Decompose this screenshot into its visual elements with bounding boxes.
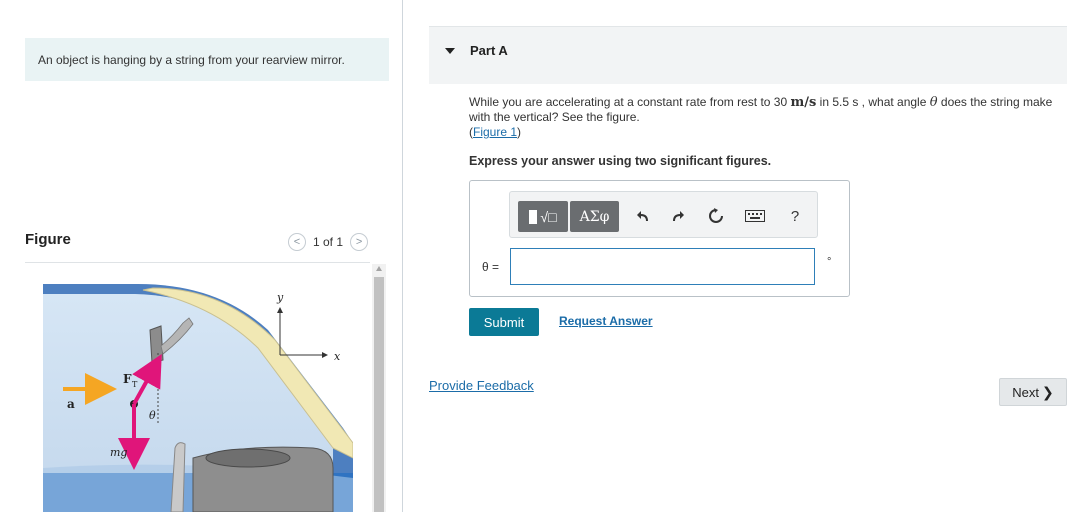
question-text-start: While you are accelerating at a constant… bbox=[469, 95, 791, 109]
rearview-mirror bbox=[149, 325, 164, 364]
dash-vent bbox=[205, 448, 291, 468]
help-icon[interactable]: ? bbox=[785, 206, 805, 226]
answer-instruction: Express your answer using two significan… bbox=[469, 154, 772, 168]
request-answer-link[interactable]: Request Answer bbox=[559, 314, 653, 328]
label-ft-sub: T bbox=[132, 380, 138, 389]
chevron-right-icon: > bbox=[355, 236, 363, 248]
caret-down-icon[interactable] bbox=[445, 48, 455, 54]
part-header[interactable]: Part A bbox=[429, 26, 1067, 84]
label-ft: F bbox=[123, 372, 132, 386]
axis-y-label: y bbox=[276, 291, 284, 304]
scrollbar-thumb[interactable] bbox=[374, 277, 384, 512]
label-a: a bbox=[67, 397, 75, 411]
question-text-mid: in 5.5 s , what angle bbox=[816, 95, 930, 109]
figure-title: Figure bbox=[25, 231, 71, 248]
intro-text: An object is hanging by a string from yo… bbox=[38, 52, 345, 67]
template-block-icon bbox=[529, 209, 538, 224]
figure-pager: < 1 of 1 > bbox=[288, 233, 369, 251]
reset-icon[interactable] bbox=[706, 206, 726, 226]
submit-button[interactable]: Submit bbox=[469, 308, 539, 336]
greek-symbols-button[interactable]: ΑΣφ bbox=[570, 201, 619, 232]
pager-next-button[interactable]: > bbox=[350, 233, 369, 251]
answer-variable-label: θ = bbox=[482, 260, 500, 274]
figure-scrollbar[interactable] bbox=[372, 264, 386, 512]
question-text: While you are accelerating at a constant… bbox=[469, 95, 1053, 139]
next-label: Next bbox=[1012, 384, 1039, 400]
answer-input[interactable] bbox=[510, 248, 815, 285]
scroll-up-arrow-icon[interactable] bbox=[376, 266, 382, 271]
keyboard-icon[interactable] bbox=[743, 206, 767, 226]
chevron-right-icon: ❯ bbox=[1042, 383, 1054, 400]
pager-prev-button[interactable]: < bbox=[288, 233, 306, 251]
chevron-left-icon: < bbox=[293, 236, 301, 248]
provide-feedback-link[interactable]: Provide Feedback bbox=[429, 378, 534, 393]
question-unit: m/s bbox=[790, 95, 817, 110]
answer-box: √□ ΑΣφ ? θ = ° bbox=[469, 180, 850, 297]
question-theta: θ bbox=[929, 95, 938, 110]
column-divider bbox=[402, 0, 403, 512]
undo-icon[interactable] bbox=[633, 206, 653, 226]
templates-button[interactable]: √□ bbox=[518, 201, 568, 232]
degree-unit: ° bbox=[827, 256, 832, 268]
intro-box: An object is hanging by a string from yo… bbox=[25, 38, 389, 81]
figure-divider bbox=[25, 262, 370, 263]
math-toolbar: √□ ΑΣφ ? bbox=[509, 191, 818, 238]
sqrt-icon: √□ bbox=[540, 208, 557, 225]
part-title: Part A bbox=[470, 43, 508, 58]
redo-icon[interactable] bbox=[668, 206, 688, 226]
figure-image: a F T θ mg y x bbox=[43, 268, 353, 512]
figure-link[interactable]: Figure 1 bbox=[473, 125, 517, 139]
label-theta: θ bbox=[149, 409, 156, 422]
label-mg: mg bbox=[110, 446, 127, 459]
axis-x-label: x bbox=[334, 350, 341, 363]
left-column: An object is hanging by a string from yo… bbox=[0, 0, 400, 512]
pager-count: 1 of 1 bbox=[313, 235, 344, 249]
next-button[interactable]: Next ❯ bbox=[999, 378, 1067, 406]
